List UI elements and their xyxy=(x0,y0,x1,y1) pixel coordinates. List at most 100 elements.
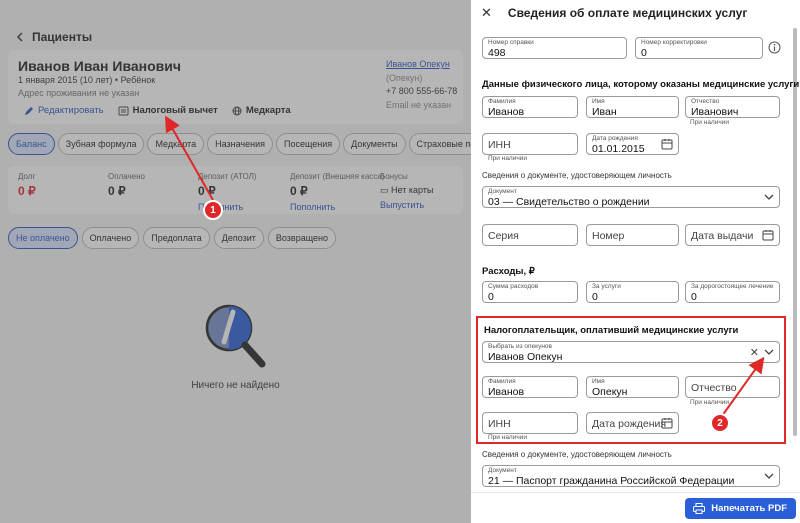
expenses-sum-field[interactable]: Сумма расходов 0 xyxy=(482,281,578,303)
guardian-select[interactable]: Выбрать из опекунов Иванов Опекун ✕ xyxy=(482,341,780,363)
inn-placeholder: ИНН xyxy=(488,139,511,151)
cert-number-label: Номер справки xyxy=(488,39,534,46)
patient-subline: 1 января 2015 (10 лет) • Ребёнок xyxy=(18,75,156,85)
guardian-email: Email не указан xyxy=(386,99,452,110)
close-icon[interactable]: ✕ xyxy=(481,5,492,21)
chevron-down-icon xyxy=(764,194,774,200)
patronymic-field[interactable]: Отчество Иванович xyxy=(685,96,780,118)
tax-deduction-button[interactable]: Налоговый вычет xyxy=(118,105,218,116)
payer-section-title: Налогоплательщик, оплативший медицинские… xyxy=(484,325,739,336)
edit-button[interactable]: Редактировать xyxy=(24,105,104,116)
bonus-value-text: Нет карты xyxy=(391,185,434,195)
expensive-label: За дорогостоящее лечение xyxy=(691,283,774,290)
bonus-link[interactable]: Выпустить xyxy=(380,200,433,210)
receipt-icon xyxy=(118,106,129,115)
balance-card: Долг 0 ₽ Оплачено 0 ₽ Депозит (АТОЛ) 0 ₽… xyxy=(8,166,463,214)
payer-patronymic-field[interactable]: Отчество xyxy=(685,376,780,398)
inn-hint: При наличии xyxy=(488,155,527,162)
pencil-icon xyxy=(25,106,33,115)
expenses-section-title: Расходы, ₽ xyxy=(482,266,535,277)
paid-label: Оплачено xyxy=(108,172,145,181)
tab-medcard[interactable]: Медкарта xyxy=(147,133,205,155)
tab-visits[interactable]: Посещения xyxy=(275,133,341,155)
patient-actions: Редактировать Налоговый вычет Медкарта xyxy=(24,105,291,116)
surname-field[interactable]: Фамилия Иванов xyxy=(482,96,578,118)
cert-number-field[interactable]: Номер справки 498 xyxy=(482,37,627,59)
guardian-link[interactable]: Иванов Опекун xyxy=(386,59,450,69)
guardian-role: (Опекун) xyxy=(386,72,423,83)
guardian-select-label: Выбрать из опекунов xyxy=(488,343,552,350)
balance-debt: Долг 0 ₽ xyxy=(18,172,36,198)
name-field[interactable]: Имя Иван xyxy=(586,96,679,118)
tab-documents[interactable]: Документы xyxy=(343,133,406,155)
printer-icon xyxy=(693,503,706,514)
patronymic-value: Иванович xyxy=(691,106,739,118)
globe-icon xyxy=(232,106,242,115)
deposit-atol-value: 0 ₽ xyxy=(198,184,216,198)
sum-label: Сумма расходов xyxy=(488,283,539,290)
issue-placeholder: Дата выдачи xyxy=(691,230,754,242)
tab-balance[interactable]: Баланс xyxy=(8,133,55,155)
payer-name-value: Опекун xyxy=(592,386,628,398)
card-icon: ▭ xyxy=(380,185,389,195)
inn-field[interactable]: ИНН xyxy=(482,133,578,155)
document-select[interactable]: Документ 03 — Свидетельство о рождении xyxy=(482,186,780,208)
sum-value: 0 xyxy=(488,291,494,303)
drawer-header: ✕ Сведения об оплате медицинских услуг xyxy=(471,0,800,26)
tab-dental-formula[interactable]: Зубная формула xyxy=(57,133,145,155)
services-label: За услуги xyxy=(592,283,621,290)
medcard-button[interactable]: Медкарта xyxy=(232,105,291,116)
empty-text: Ничего не найдено xyxy=(191,380,280,391)
filter-deposit[interactable]: Депозит xyxy=(213,227,264,249)
tax-label: Налоговый вычет xyxy=(132,105,218,116)
print-pdf-label: Напечатать PDF xyxy=(711,503,787,514)
payer-document-select[interactable]: Документ 21 — Паспорт гражданина Российс… xyxy=(482,465,780,487)
bonus-label: Бонусы xyxy=(380,172,408,181)
filter-prepaid[interactable]: Предоплата xyxy=(143,227,210,249)
balance-bonus: Бонусы ▭ Нет карты Выпустить xyxy=(380,172,433,210)
doc-number-field[interactable]: Номер xyxy=(586,224,679,246)
expensive-treatment-field[interactable]: За дорогостоящее лечение 0 xyxy=(685,281,780,303)
edit-label: Редактировать xyxy=(38,105,104,116)
payer-surname-label: Фамилия xyxy=(488,378,516,385)
guardian-phone: +7 800 555-66-78 xyxy=(386,86,458,96)
services-field[interactable]: За услуги 0 xyxy=(586,281,679,303)
payer-surname-field[interactable]: Фамилия Иванов xyxy=(482,376,578,398)
tab-prescriptions[interactable]: Назначения xyxy=(207,133,273,155)
guardian-info: Иванов Опекун (Опекун) +7 800 555-66-78 … xyxy=(386,58,463,112)
issue-date-field[interactable]: Дата выдачи xyxy=(685,224,780,246)
expensive-value: 0 xyxy=(691,291,697,303)
number-placeholder: Номер xyxy=(592,230,625,242)
filter-unpaid[interactable]: Не оплачено xyxy=(8,227,78,249)
deposit-atol-label: Депозит (АТОЛ) xyxy=(198,172,257,181)
back-label: Пациенты xyxy=(32,30,93,44)
correction-label: Номер корректировки xyxy=(641,39,707,46)
payer-doc-subtitle: Сведения о документе, удостоверяющем лич… xyxy=(482,450,672,459)
birth-date-field[interactable]: Дата рождения 01.01.2015 xyxy=(586,133,679,155)
birth-value: 01.01.2015 xyxy=(592,143,645,155)
payer-name-label: Имя xyxy=(592,378,605,385)
deposit-ext-label: Депозит (Внешняя касса) xyxy=(290,172,385,181)
payer-inn-field[interactable]: ИНН xyxy=(482,412,578,434)
calendar-icon[interactable] xyxy=(661,417,673,429)
drawer-title: Сведения об оплате медицинских услуг xyxy=(507,6,748,20)
info-icon[interactable] xyxy=(768,41,781,54)
print-pdf-button[interactable]: Напечатать PDF xyxy=(685,498,796,519)
clear-icon[interactable]: ✕ xyxy=(750,346,759,359)
payer-birth-date-field[interactable]: Дата рождения xyxy=(586,412,679,434)
series-field[interactable]: Серия xyxy=(482,224,578,246)
patronymic-hint: При наличии xyxy=(690,119,729,126)
payer-name-field[interactable]: Имя Опекун xyxy=(586,376,679,398)
deposit-ext-link[interactable]: Пополнить xyxy=(290,202,384,212)
guardian-select-value: Иванов Опекун xyxy=(488,351,563,363)
calendar-icon[interactable] xyxy=(762,229,774,241)
back-link[interactable]: Пациенты xyxy=(16,30,92,44)
payer-patronymic-placeholder: Отчество xyxy=(691,382,737,394)
empty-state xyxy=(0,298,471,381)
correction-number-field[interactable]: Номер корректировки 0 xyxy=(635,37,763,59)
magnifier-icon xyxy=(205,304,265,368)
chevron-down-icon xyxy=(764,473,774,479)
filter-paid[interactable]: Оплачено xyxy=(81,227,140,249)
calendar-icon[interactable] xyxy=(661,138,673,150)
filter-returned[interactable]: Возвращено xyxy=(267,227,337,249)
